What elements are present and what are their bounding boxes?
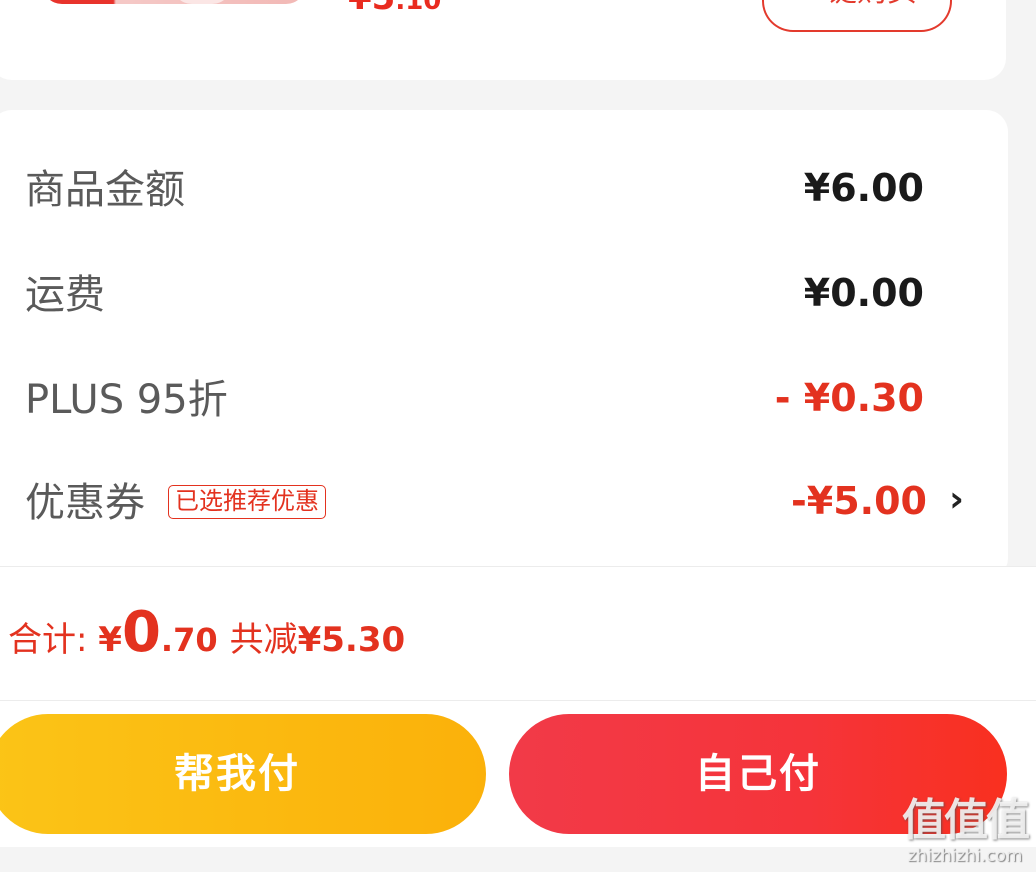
- chevron-right-icon[interactable]: ›: [949, 480, 964, 520]
- product-price-decimal: .10: [395, 0, 442, 16]
- shipping-value: ¥0.00: [803, 271, 924, 315]
- total-amount-int: 0: [121, 600, 161, 665]
- one-click-buy-button[interactable]: 一键购买: [762, 0, 952, 32]
- goods-amount-label: 商品金额: [25, 167, 185, 213]
- watermark: 值值值 zhizhizhi.com: [902, 795, 1030, 867]
- total-label: 合计:: [8, 620, 99, 660]
- checkout-page: ¥5.10 一键购买 商品金额 ¥6.00 运费 ¥0.00 PLUS 95折 …: [0, 0, 1036, 872]
- order-summary-card: 商品金额 ¥6.00 运费 ¥0.00 PLUS 95折 - ¥0.30 优惠券…: [0, 110, 1008, 580]
- coupon-label[interactable]: 优惠券: [25, 479, 145, 527]
- goods-amount-value: ¥6.00: [803, 166, 924, 210]
- coupon-recommended-tag[interactable]: 已选推荐优惠: [168, 485, 326, 519]
- shipping-label: 运费: [25, 272, 105, 318]
- product-thumbnail[interactable]: [42, 0, 306, 4]
- plus-discount-label: PLUS 95折: [25, 377, 228, 423]
- bottom-safe-area: [0, 847, 1036, 872]
- watermark-url: zhizhizhi.com: [907, 846, 1023, 866]
- product-price-main: ¥5: [348, 0, 395, 18]
- product-card: ¥5.10 一键购买: [0, 0, 1006, 80]
- help-me-pay-button[interactable]: 帮我付: [0, 714, 486, 834]
- divider: [0, 700, 1036, 701]
- one-click-buy-label: 一键购买: [797, 0, 917, 9]
- total-saved: 共减¥5.30: [230, 620, 406, 660]
- watermark-logo: 值值值: [902, 795, 1030, 846]
- total-line: 合计: ¥0.70 共减¥5.30: [8, 603, 405, 676]
- total-currency: ¥: [98, 620, 122, 660]
- product-price: ¥5.10: [348, 0, 441, 21]
- total-saved-value: ¥5.30: [297, 620, 406, 660]
- checkout-bottom-bar: 合计: ¥0.70 共减¥5.30 帮我付 自己付: [0, 566, 1036, 872]
- plus-discount-value: - ¥0.30: [774, 376, 924, 420]
- total-amount-dec: .70: [160, 621, 218, 659]
- coupon-value[interactable]: -¥5.00: [791, 477, 927, 525]
- total-saved-label: 共减: [229, 620, 298, 660]
